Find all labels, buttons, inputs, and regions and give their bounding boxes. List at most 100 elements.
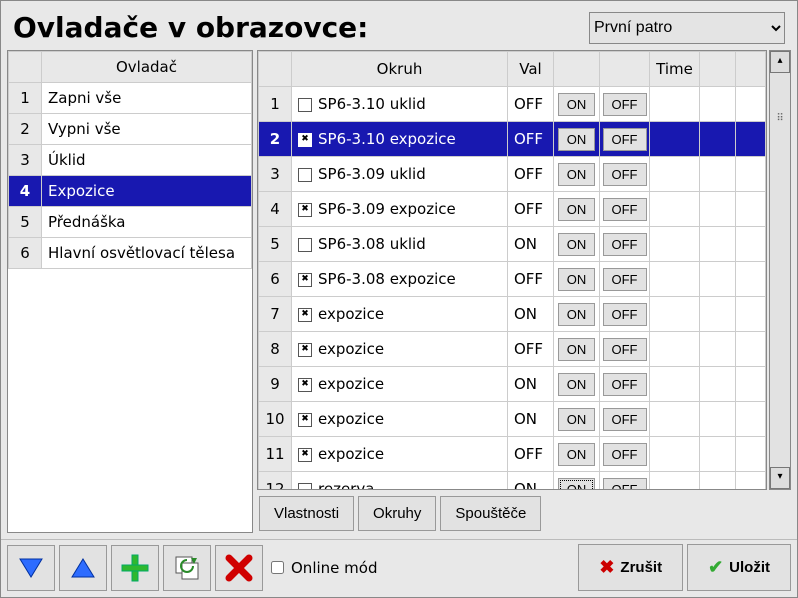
off-button[interactable]: OFF	[603, 268, 647, 291]
on-button[interactable]: ON	[558, 478, 596, 490]
off-button[interactable]: OFF	[603, 163, 647, 186]
circuit-checkbox[interactable]	[298, 378, 312, 392]
circuit-checkbox[interactable]	[298, 133, 312, 147]
circuit-cell[interactable]: expozice	[292, 297, 508, 332]
circuit-row[interactable]: 10expoziceONONOFF	[259, 402, 766, 437]
circuit-cell[interactable]: SP6-3.10 expozice	[292, 122, 508, 157]
controller-row[interactable]: 4Expozice	[9, 176, 252, 207]
tab-vlastnosti[interactable]: Vlastnosti	[259, 496, 354, 531]
circuit-row[interactable]: 5SP6-3.08 uklidONONOFF	[259, 227, 766, 262]
val-cell: OFF	[508, 437, 554, 472]
circuit-label: SP6-3.08 expozice	[318, 270, 456, 288]
off-button[interactable]: OFF	[603, 233, 647, 256]
circuit-checkbox[interactable]	[298, 238, 312, 252]
on-button[interactable]: ON	[558, 443, 596, 466]
on-button[interactable]: ON	[558, 373, 596, 396]
col-extra-1[interactable]	[700, 52, 736, 87]
col-extra-2[interactable]	[736, 52, 766, 87]
controller-row[interactable]: 3Úklid	[9, 145, 252, 176]
circuit-row[interactable]: 1SP6-3.10 uklidOFFONOFF	[259, 87, 766, 122]
row-number: 6	[259, 262, 292, 297]
circuit-row[interactable]: 2SP6-3.10 expoziceOFFONOFF	[259, 122, 766, 157]
circuit-checkbox[interactable]	[298, 413, 312, 427]
circuit-cell[interactable]: SP6-3.09 uklid	[292, 157, 508, 192]
tab-okruhy[interactable]: Okruhy	[358, 496, 436, 531]
controller-row[interactable]: 5Přednáška	[9, 207, 252, 238]
circuits-table[interactable]: Okruh Val Time 1SP6-3.10 uklidOFFONOFF2S…	[258, 51, 766, 489]
circuit-checkbox[interactable]	[298, 343, 312, 357]
on-button[interactable]: ON	[558, 233, 596, 256]
circuit-checkbox[interactable]	[298, 98, 312, 112]
scroll-grip[interactable]: ⠿	[775, 73, 785, 124]
circuit-cell[interactable]: expozice	[292, 437, 508, 472]
delete-button[interactable]	[215, 545, 263, 591]
circuit-checkbox[interactable]	[298, 273, 312, 287]
off-button[interactable]: OFF	[603, 338, 647, 361]
circuit-row[interactable]: 4SP6-3.09 expoziceOFFONOFF	[259, 192, 766, 227]
on-button[interactable]: ON	[558, 268, 596, 291]
circuit-cell[interactable]: expozice	[292, 402, 508, 437]
plus-icon	[120, 553, 150, 583]
circuit-row[interactable]: 6SP6-3.08 expoziceOFFONOFF	[259, 262, 766, 297]
online-mode-checkbox[interactable]: Online mód	[267, 558, 377, 577]
circuit-cell[interactable]: SP6-3.08 expozice	[292, 262, 508, 297]
circuit-row[interactable]: 11expoziceOFFONOFF	[259, 437, 766, 472]
off-button[interactable]: OFF	[603, 373, 647, 396]
copy-button[interactable]	[163, 545, 211, 591]
off-button[interactable]: OFF	[603, 443, 647, 466]
circuit-checkbox[interactable]	[298, 308, 312, 322]
on-button[interactable]: ON	[558, 163, 596, 186]
on-button[interactable]: ON	[558, 303, 596, 326]
row-number: 5	[9, 207, 42, 238]
on-button[interactable]: ON	[558, 198, 596, 221]
circuit-cell[interactable]: rezerva	[292, 472, 508, 490]
row-number: 7	[259, 297, 292, 332]
row-number: 3	[259, 157, 292, 192]
col-time[interactable]: Time	[650, 52, 700, 87]
col-okruh[interactable]: Okruh	[292, 52, 508, 87]
controllers-table[interactable]: Ovladač 1Zapni vše2Vypni vše3Úklid4Expoz…	[8, 51, 252, 269]
scroll-up-icon[interactable]: ▴	[770, 51, 790, 73]
on-button[interactable]: ON	[558, 128, 596, 151]
circuit-checkbox[interactable]	[298, 483, 312, 490]
off-button[interactable]: OFF	[603, 478, 647, 490]
on-button[interactable]: ON	[558, 408, 596, 431]
add-button[interactable]	[111, 545, 159, 591]
col-off[interactable]	[600, 52, 650, 87]
row-number: 11	[259, 437, 292, 472]
col-val[interactable]: Val	[508, 52, 554, 87]
online-mode-input[interactable]	[271, 561, 284, 574]
controller-row[interactable]: 1Zapni vše	[9, 83, 252, 114]
cancel-button[interactable]: ✖ Zrušit	[578, 544, 683, 591]
move-up-button[interactable]	[59, 545, 107, 591]
floor-selector[interactable]: První patro	[589, 12, 785, 44]
circuit-row[interactable]: 7expoziceONONOFF	[259, 297, 766, 332]
col-on[interactable]	[554, 52, 600, 87]
circuit-cell[interactable]: expozice	[292, 367, 508, 402]
circuit-row[interactable]: 8expoziceOFFONOFF	[259, 332, 766, 367]
circuit-checkbox[interactable]	[298, 448, 312, 462]
circuit-cell[interactable]: expozice	[292, 332, 508, 367]
off-button[interactable]: OFF	[603, 303, 647, 326]
circuit-checkbox[interactable]	[298, 168, 312, 182]
scroll-down-icon[interactable]: ▾	[770, 467, 790, 489]
tab-spoustece[interactable]: Spouštěče	[440, 496, 541, 531]
off-button[interactable]: OFF	[603, 408, 647, 431]
circuit-cell[interactable]: SP6-3.09 expozice	[292, 192, 508, 227]
circuit-row[interactable]: 3SP6-3.09 uklidOFFONOFF	[259, 157, 766, 192]
circuit-checkbox[interactable]	[298, 203, 312, 217]
controller-row[interactable]: 6Hlavní osvětlovací tělesa	[9, 238, 252, 269]
on-button[interactable]: ON	[558, 93, 596, 116]
save-button[interactable]: ✔ Uložit	[687, 544, 791, 591]
off-button[interactable]: OFF	[603, 128, 647, 151]
off-button[interactable]: OFF	[603, 198, 647, 221]
circuit-row[interactable]: 12rezervaONONOFF	[259, 472, 766, 490]
circuit-cell[interactable]: SP6-3.10 uklid	[292, 87, 508, 122]
circuit-row[interactable]: 9expoziceONONOFF	[259, 367, 766, 402]
vertical-scrollbar[interactable]: ▴ ⠿ ▾	[769, 50, 791, 490]
off-button[interactable]: OFF	[603, 93, 647, 116]
circuit-cell[interactable]: SP6-3.08 uklid	[292, 227, 508, 262]
controller-row[interactable]: 2Vypni vše	[9, 114, 252, 145]
on-button[interactable]: ON	[558, 338, 596, 361]
move-down-button[interactable]	[7, 545, 55, 591]
